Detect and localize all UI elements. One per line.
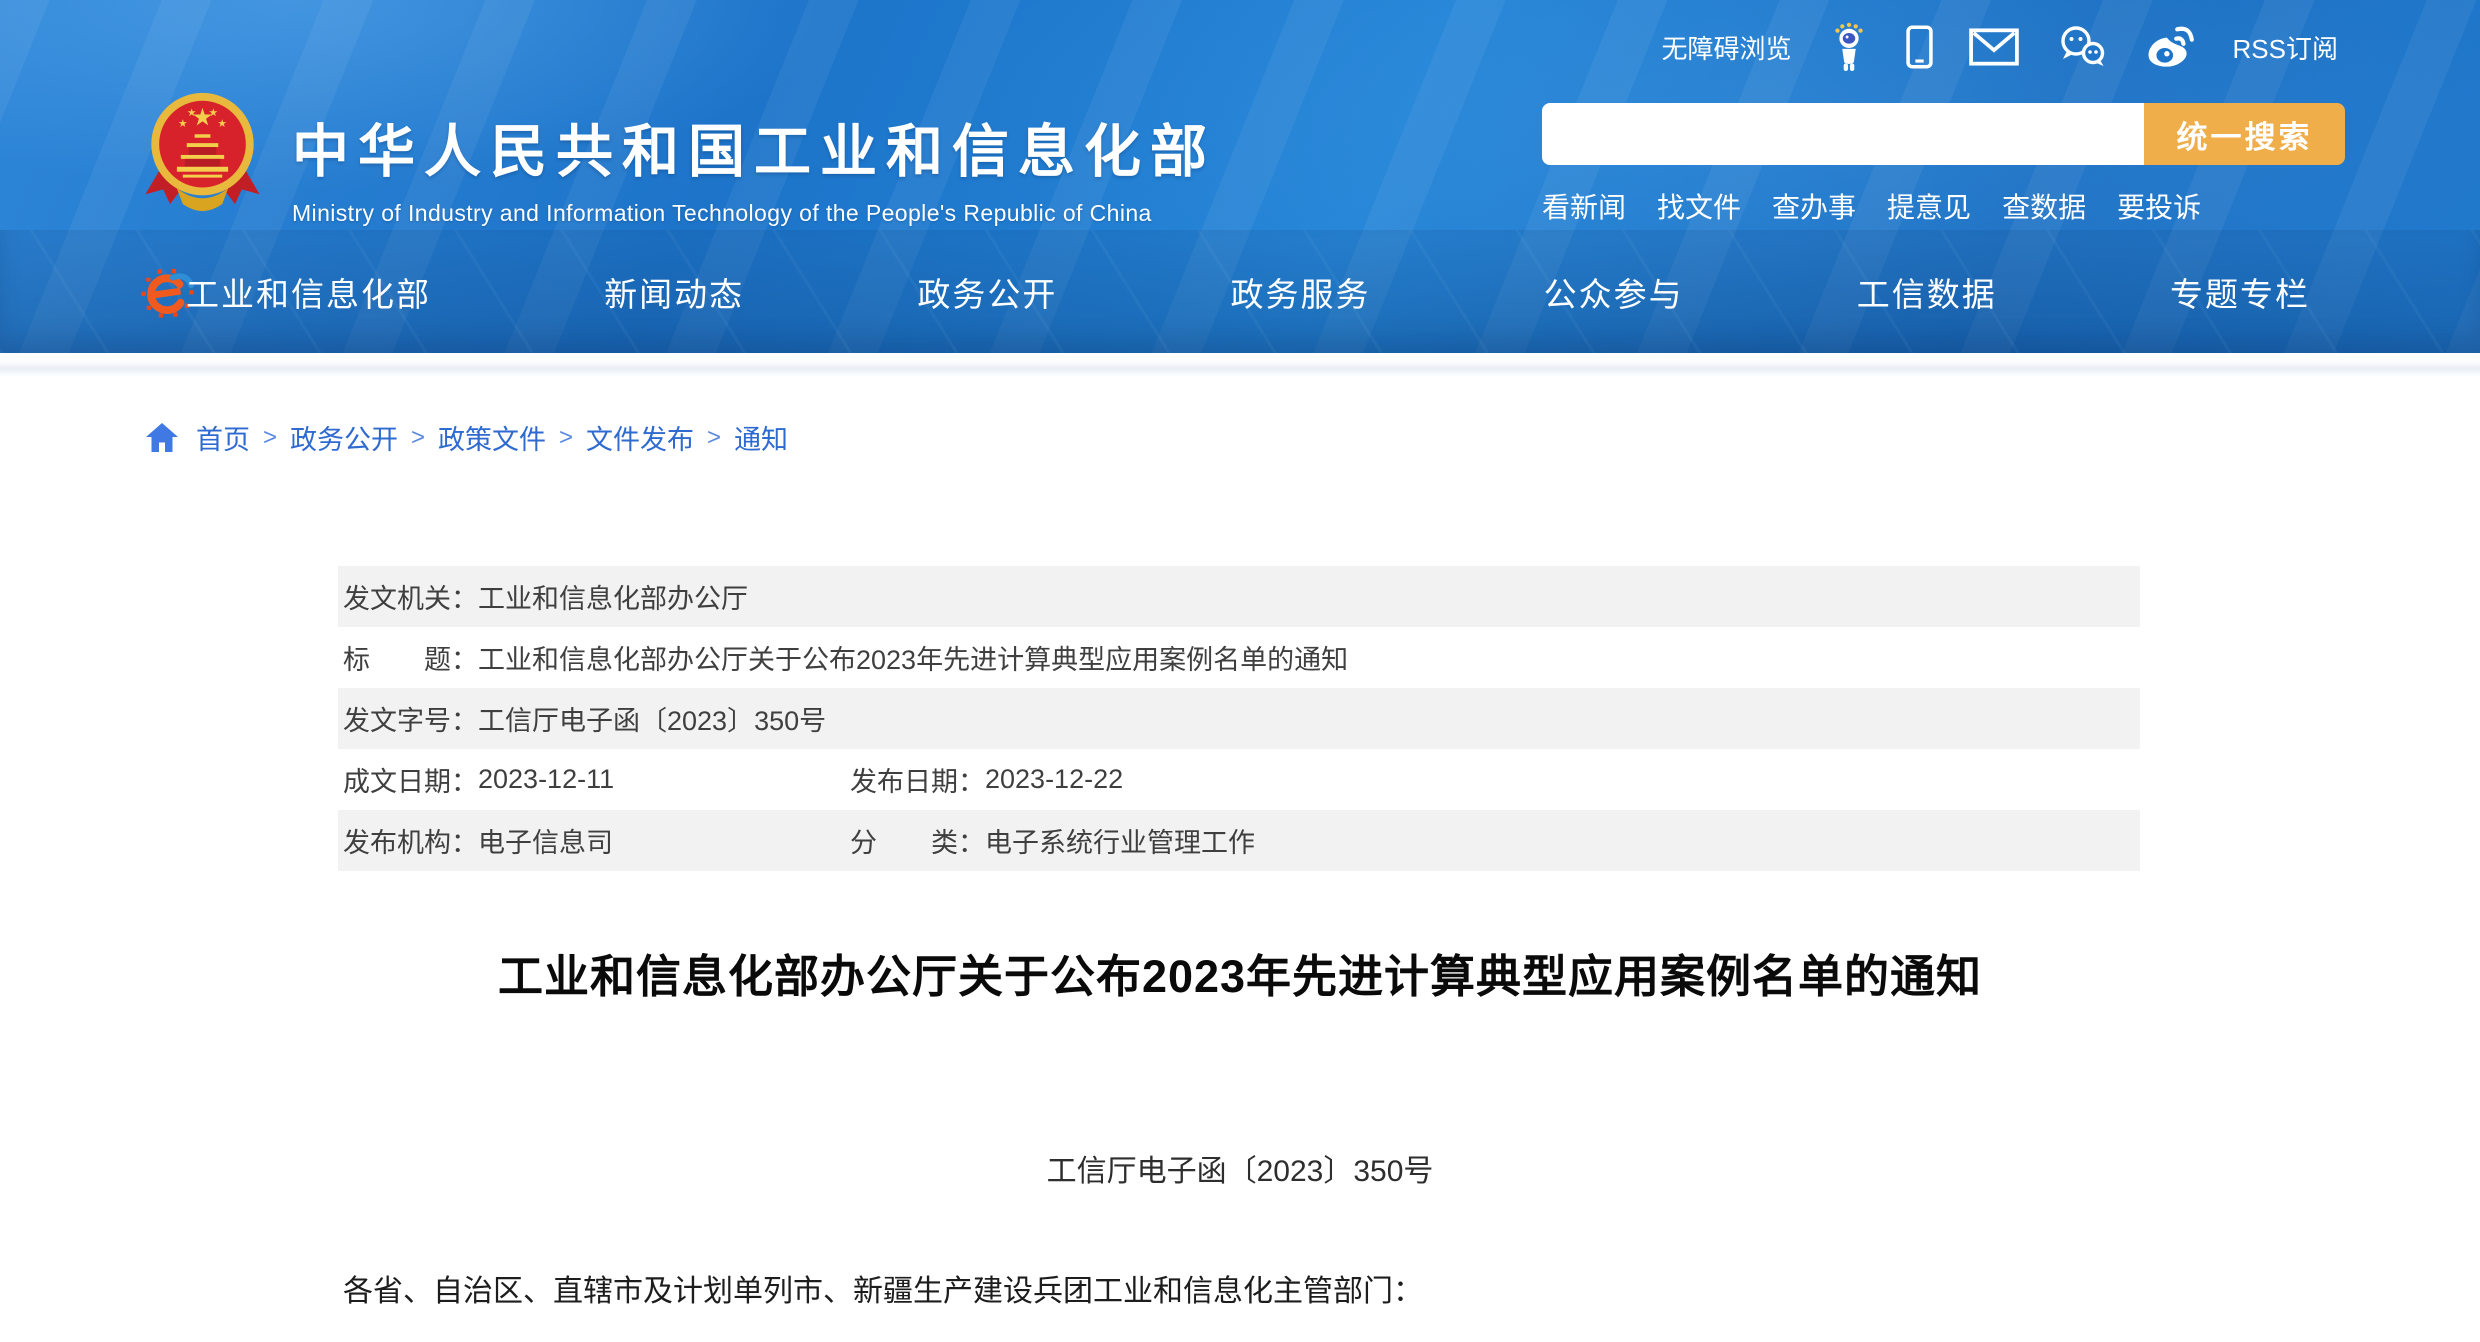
search-box: 统一搜索 [1542, 103, 2345, 165]
meta-label: 成文日期： [343, 760, 478, 799]
meta-value: 工业和信息化部办公厅 [478, 577, 748, 616]
meta-label: 发文机关： [343, 577, 478, 616]
meta-row-doc-number: 发文字号： 工信厅电子函〔2023〕350号 [338, 688, 2140, 749]
meta-label: 标 题： [343, 638, 478, 677]
meta-row-agency-category: 发布机构： 电子信息司 分 类： 电子系统行业管理工作 [338, 810, 2140, 871]
document-title: 工业和信息化部办公厅关于公布2023年先进计算典型应用案例名单的通知 [340, 940, 2140, 1005]
topbar: 无障碍浏览 [1662, 22, 2338, 72]
header-divider [0, 353, 2480, 377]
breadcrumb-separator: > [263, 424, 277, 452]
breadcrumb: 首页 > 政务公开 > 政策文件 > 文件发布 > 通知 [145, 418, 788, 457]
nav-item-news[interactable]: 新闻动态 [604, 268, 744, 316]
quick-links: 看新闻 找文件 查办事 提意见 查数据 要投诉 [1542, 186, 2345, 226]
doc-meta-table: 发文机关： 工业和信息化部办公厅 标 题： 工业和信息化部办公厅关于公布2023… [338, 566, 2140, 871]
nav-item-participation[interactable]: 公众参与 [1544, 268, 1684, 316]
rss-link[interactable]: RSS订阅 [2233, 29, 2338, 66]
search-area: 统一搜索 看新闻 找文件 查办事 提意见 查数据 要投诉 [1542, 103, 2345, 226]
quick-link-suggest[interactable]: 提意见 [1887, 186, 1971, 226]
meta-row-issuing-agency: 发文机关： 工业和信息化部办公厅 [338, 566, 2140, 627]
breadcrumb-separator: > [559, 424, 573, 452]
mail-icon[interactable] [1969, 28, 2019, 66]
breadcrumb-gov-openness[interactable]: 政务公开 [290, 418, 398, 457]
robot-mascot-icon[interactable] [1828, 22, 1870, 72]
meta-value: 2023-12-11 [478, 764, 614, 795]
nav-items: 工业和信息化部 新闻动态 政务公开 政务服务 公众参与 工信数据 专题专栏 [186, 230, 2310, 353]
nav-item-topics[interactable]: 专题专栏 [2170, 268, 2310, 316]
quick-link-news[interactable]: 看新闻 [1542, 186, 1626, 226]
site-header: 无障碍浏览 [0, 0, 2480, 353]
breadcrumb-notice[interactable]: 通知 [734, 418, 788, 457]
weibo-icon[interactable] [2145, 24, 2197, 70]
breadcrumb-file-release[interactable]: 文件发布 [586, 418, 694, 457]
document-number: 工信厅电子函〔2023〕350号 [340, 1146, 2140, 1190]
document-salutation: 各省、自治区、直辖市及计划单列市、新疆生产建设兵团工业和信息化主管部门： [343, 1266, 2143, 1310]
brand[interactable]: 中华人民共和国工业和信息化部 Ministry of Industry and … [292, 106, 1216, 227]
meta-label: 分 类： [850, 821, 985, 860]
breadcrumb-home[interactable]: 首页 [196, 418, 250, 457]
accessibility-link[interactable]: 无障碍浏览 [1662, 29, 1792, 66]
meta-label: 发文字号： [343, 699, 478, 738]
meta-value: 工信厅电子函〔2023〕350号 [478, 699, 826, 738]
nav-item-miit[interactable]: 工业和信息化部 [186, 268, 431, 316]
nav-item-gov-openness[interactable]: 政务公开 [917, 268, 1057, 316]
mobile-icon[interactable] [1906, 25, 1933, 69]
quick-link-services[interactable]: 查办事 [1772, 186, 1856, 226]
quick-link-files[interactable]: 找文件 [1657, 186, 1741, 226]
national-emblem-icon [143, 88, 262, 216]
meta-label: 发布机构： [343, 821, 478, 860]
meta-value: 2023-12-22 [985, 764, 1123, 795]
breadcrumb-separator: > [411, 424, 425, 452]
breadcrumb-separator: > [707, 424, 721, 452]
meta-row-title: 标 题： 工业和信息化部办公厅关于公布2023年先进计算典型应用案例名单的通知 [338, 627, 2140, 688]
meta-value: 工业和信息化部办公厅关于公布2023年先进计算典型应用案例名单的通知 [478, 638, 1348, 677]
breadcrumb-policy-files[interactable]: 政策文件 [438, 418, 546, 457]
page: 无障碍浏览 [0, 0, 2480, 1342]
meta-label: 发布日期： [850, 760, 985, 799]
nav-item-data[interactable]: 工信数据 [1857, 268, 1997, 316]
meta-value: 电子系统行业管理工作 [985, 821, 1255, 860]
wechat-icon[interactable] [2055, 25, 2109, 69]
unified-search-button[interactable]: 统一搜索 [2144, 103, 2345, 165]
quick-link-data[interactable]: 查数据 [2002, 186, 2086, 226]
home-icon [145, 422, 179, 454]
search-input[interactable] [1542, 103, 2144, 165]
meta-row-dates: 成文日期： 2023-12-11 发布日期： 2023-12-22 [338, 749, 2140, 810]
quick-link-complaint[interactable]: 要投诉 [2117, 186, 2201, 226]
meta-value: 电子信息司 [478, 821, 613, 860]
nav-item-gov-services[interactable]: 政务服务 [1230, 268, 1370, 316]
brand-title-en: Ministry of Industry and Information Tec… [292, 200, 1216, 227]
brand-title-cn: 中华人民共和国工业和信息化部 [292, 106, 1216, 188]
